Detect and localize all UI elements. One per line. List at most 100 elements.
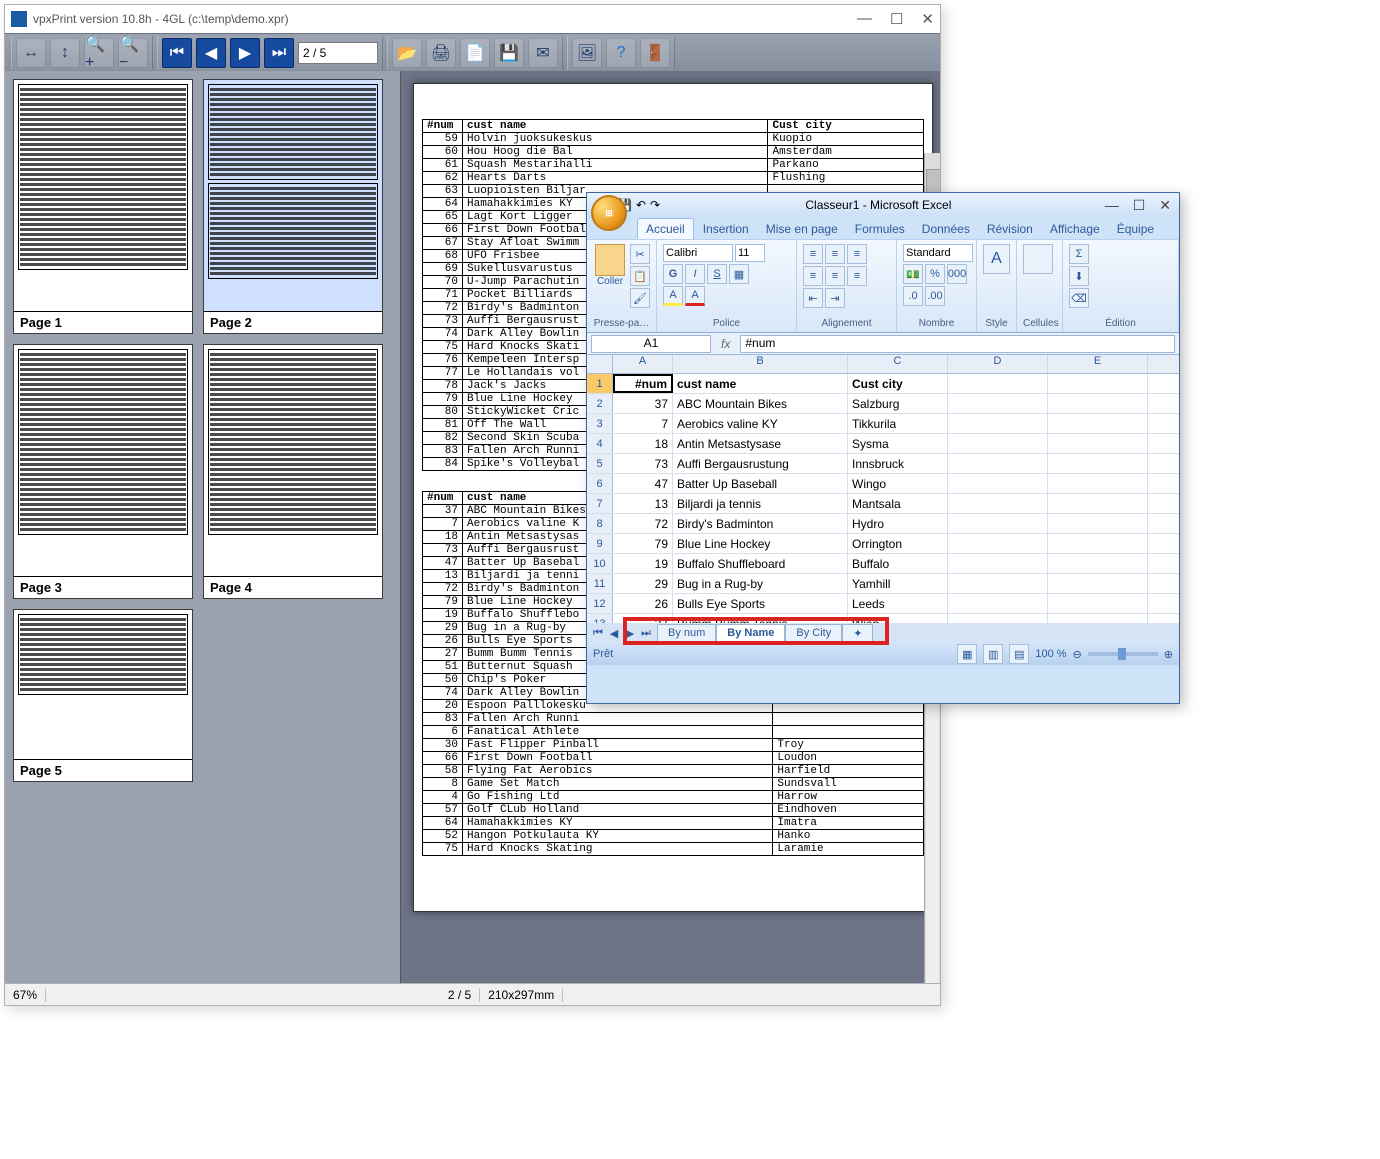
- sheet-nav-first[interactable]: ⏮: [591, 627, 605, 640]
- cut-icon[interactable]: ✂: [630, 244, 650, 264]
- new-button[interactable]: 📄: [460, 38, 490, 68]
- zoom-out-button[interactable]: ⊖: [1073, 648, 1082, 661]
- exit-button[interactable]: 🚪: [640, 38, 670, 68]
- font-name-input[interactable]: [663, 244, 733, 262]
- thumbnail[interactable]: Page 2: [203, 79, 383, 334]
- new-sheet-button[interactable]: ✦: [842, 624, 873, 642]
- mail-button[interactable]: ✉: [528, 38, 558, 68]
- image-button[interactable]: 🖼: [572, 38, 602, 68]
- sheet-nav-prev[interactable]: ◀: [607, 627, 621, 640]
- ribbon-tab[interactable]: Affichage: [1042, 219, 1108, 239]
- table-row[interactable]: 418Antin MetsastysaseSysma: [587, 434, 1179, 454]
- table-row[interactable]: 37Aerobics valine KYTikkurila: [587, 414, 1179, 434]
- sheet-nav-next[interactable]: ▶: [623, 627, 637, 640]
- table-row[interactable]: 872Birdy's BadmintonHydro: [587, 514, 1179, 534]
- format-painter-icon[interactable]: 🖌: [630, 288, 650, 308]
- paste-icon[interactable]: [595, 244, 625, 276]
- spreadsheet-grid[interactable]: ABCDE1#numcust nameCust city237ABC Mount…: [587, 355, 1179, 623]
- ribbon-tab[interactable]: Équipe: [1109, 219, 1162, 239]
- currency-button[interactable]: 💵: [903, 264, 923, 284]
- table-row[interactable]: 1129Bug in a Rug-byYamhill: [587, 574, 1179, 594]
- page-input[interactable]: [298, 42, 378, 64]
- thumbnail[interactable]: Page 3: [13, 344, 193, 599]
- help-button[interactable]: ?: [606, 38, 636, 68]
- ribbon-tab[interactable]: Formules: [847, 219, 913, 239]
- align-top-button[interactable]: ≡: [803, 244, 823, 264]
- fill-color-button[interactable]: A: [663, 286, 683, 306]
- comma-button[interactable]: 000: [947, 264, 967, 284]
- zoom-out-button[interactable]: 🔍−: [118, 38, 148, 68]
- column-header[interactable]: B: [673, 355, 848, 373]
- ribbon-tab[interactable]: Données: [914, 219, 978, 239]
- sheet-tab[interactable]: By City: [785, 624, 842, 642]
- column-header[interactable]: D: [948, 355, 1048, 373]
- indent-inc-button[interactable]: ⇥: [825, 288, 845, 308]
- column-header[interactable]: A: [613, 355, 673, 373]
- fx-icon[interactable]: fx: [715, 337, 736, 351]
- first-page-button[interactable]: ⏮: [162, 38, 192, 68]
- zoom-slider[interactable]: [1088, 652, 1158, 656]
- table-row[interactable]: 979Blue Line HockeyOrrington: [587, 534, 1179, 554]
- sheet-tab[interactable]: By Name: [716, 624, 785, 642]
- table-row[interactable]: 1019Buffalo ShuffleboardBuffalo: [587, 554, 1179, 574]
- save-button[interactable]: 💾: [494, 38, 524, 68]
- table-row[interactable]: 713Biljardi ja tennisMantsala: [587, 494, 1179, 514]
- indent-dec-button[interactable]: ⇤: [803, 288, 823, 308]
- fit-height-button[interactable]: ↕: [50, 38, 80, 68]
- ribbon-tab[interactable]: Insertion: [695, 219, 757, 239]
- excel-maximize-button[interactable]: ☐: [1133, 197, 1146, 214]
- sheet-tab[interactable]: By num: [657, 624, 716, 642]
- print-button[interactable]: 🖨: [426, 38, 456, 68]
- table-row[interactable]: 1226Bulls Eye SportsLeeds: [587, 594, 1179, 614]
- qat-undo-icon[interactable]: ↶: [636, 198, 646, 212]
- formula-input[interactable]: #num: [740, 335, 1175, 353]
- align-bottom-button[interactable]: ≡: [847, 244, 867, 264]
- table-row[interactable]: 1#numcust nameCust city: [587, 374, 1179, 394]
- inc-decimal-button[interactable]: .0: [903, 286, 923, 306]
- office-button[interactable]: ⊞: [591, 195, 627, 231]
- font-color-button[interactable]: A: [685, 286, 705, 306]
- clear-button[interactable]: ⌫: [1069, 288, 1089, 308]
- styles-button[interactable]: A: [983, 244, 1010, 274]
- fill-button[interactable]: ⬇: [1069, 266, 1089, 286]
- view-break-button[interactable]: ▤: [1009, 644, 1029, 664]
- border-button[interactable]: ▦: [729, 264, 749, 284]
- prev-page-button[interactable]: ◀: [196, 38, 226, 68]
- minimize-button[interactable]: —: [857, 10, 872, 28]
- align-left-button[interactable]: ≡: [803, 266, 823, 286]
- bold-button[interactable]: G: [663, 264, 683, 284]
- table-row[interactable]: 647Batter Up BaseballWingo: [587, 474, 1179, 494]
- excel-minimize-button[interactable]: —: [1105, 197, 1119, 214]
- align-middle-button[interactable]: ≡: [825, 244, 845, 264]
- underline-button[interactable]: S: [707, 264, 727, 284]
- name-box[interactable]: A1: [591, 335, 711, 353]
- sheet-nav-last[interactable]: ⏭: [639, 627, 653, 640]
- number-format-select[interactable]: [903, 244, 973, 262]
- percent-button[interactable]: %: [925, 264, 945, 284]
- excel-close-button[interactable]: ✕: [1159, 197, 1171, 214]
- table-row[interactable]: 237ABC Mountain BikesSalzburg: [587, 394, 1179, 414]
- zoom-in-button[interactable]: 🔍+: [84, 38, 114, 68]
- ribbon-tab[interactable]: Mise en page: [758, 219, 846, 239]
- view-layout-button[interactable]: ▥: [983, 644, 1003, 664]
- table-row[interactable]: 1327Bumm Bumm TennisWien: [587, 614, 1179, 623]
- font-size-input[interactable]: [735, 244, 765, 262]
- table-row[interactable]: 573Auffi BergausrustungInnsbruck: [587, 454, 1179, 474]
- maximize-button[interactable]: ☐: [890, 10, 903, 28]
- qat-redo-icon[interactable]: ↷: [650, 198, 660, 212]
- align-right-button[interactable]: ≡: [847, 266, 867, 286]
- ribbon-tab[interactable]: Révision: [979, 219, 1041, 239]
- next-page-button[interactable]: ▶: [230, 38, 260, 68]
- align-center-button[interactable]: ≡: [825, 266, 845, 286]
- autosum-button[interactable]: Σ: [1069, 244, 1089, 264]
- zoom-in-button[interactable]: ⊕: [1164, 648, 1173, 661]
- view-normal-button[interactable]: ▦: [957, 644, 977, 664]
- column-header[interactable]: E: [1048, 355, 1148, 373]
- open-button[interactable]: 📂: [392, 38, 422, 68]
- dec-decimal-button[interactable]: .00: [925, 286, 945, 306]
- last-page-button[interactable]: ⏭: [264, 38, 294, 68]
- italic-button[interactable]: I: [685, 264, 705, 284]
- column-header[interactable]: C: [848, 355, 948, 373]
- fit-width-button[interactable]: ↔: [16, 38, 46, 68]
- copy-icon[interactable]: 📋: [630, 266, 650, 286]
